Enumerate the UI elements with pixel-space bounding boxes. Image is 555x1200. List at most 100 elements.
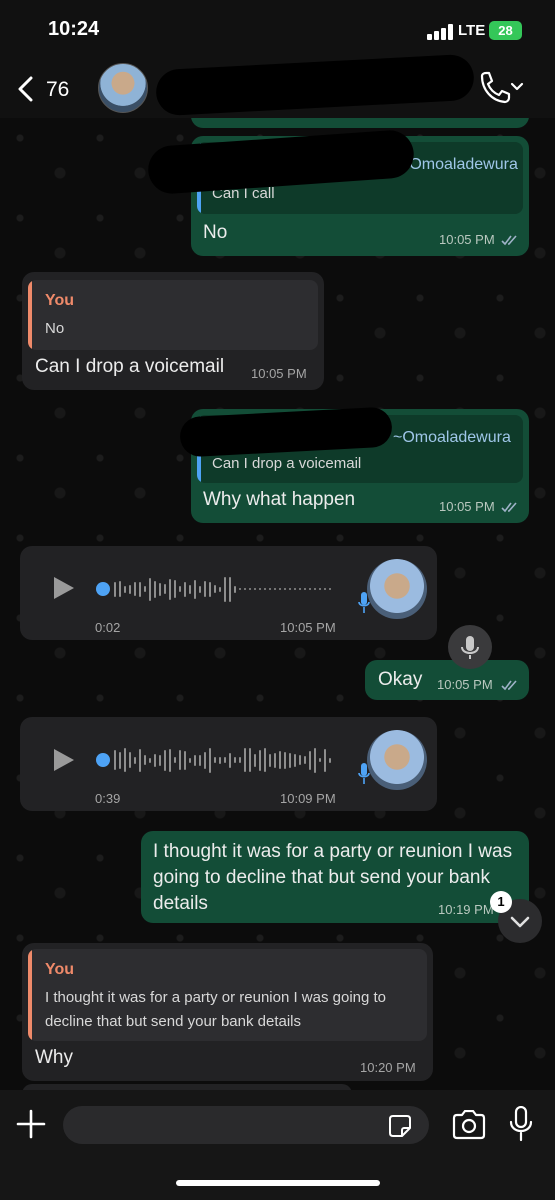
voice-duration: 0:39 <box>95 791 121 806</box>
waveform-bar <box>184 750 186 770</box>
chat-header: 76 <box>0 53 555 118</box>
status-bar: 10:24 LTE 28 <box>0 0 555 60</box>
waveform-bar <box>179 750 181 770</box>
status-time: 10:24 <box>48 18 100 40</box>
home-indicator <box>176 1180 380 1186</box>
waveform-bar <box>124 585 126 593</box>
quoted-message[interactable]: You No <box>28 280 318 350</box>
waveform-bar <box>254 753 256 767</box>
message-text: Why what happen <box>203 489 356 510</box>
waveform-bar <box>134 756 136 764</box>
waveform-bar <box>244 588 246 590</box>
waveform-bar <box>274 588 276 590</box>
waveform-bar <box>289 752 291 768</box>
message-bubble-partial[interactable] <box>191 118 529 128</box>
waveform-bar <box>299 588 301 590</box>
waveform-bar <box>204 581 206 597</box>
quoted-message[interactable]: You I thought it was for a party or reun… <box>28 949 427 1041</box>
waveform-bar <box>209 581 211 597</box>
waveform-bar <box>144 755 146 765</box>
waveform-bar <box>304 588 306 590</box>
quote-text: Can I drop a voicemail <box>212 455 362 472</box>
waveform-bar <box>189 584 191 594</box>
plus-icon[interactable] <box>15 1108 47 1140</box>
quote-author: ~Omoaladewura <box>400 156 518 173</box>
back-button[interactable]: 76 <box>14 68 84 108</box>
voice-transcribe-button[interactable] <box>448 625 492 669</box>
message-bubble[interactable]: You No Can I drop a voicemail 10:05 PM <box>22 272 324 390</box>
quote-author: ~Omoaladewura <box>393 429 511 446</box>
play-icon[interactable] <box>54 749 74 771</box>
message-time: 10:05 PM <box>439 499 495 514</box>
play-icon[interactable] <box>54 577 74 599</box>
waveform-bar <box>314 588 316 590</box>
phone-icon <box>480 71 524 104</box>
call-button[interactable] <box>476 70 526 106</box>
message-bubble[interactable]: Okay 10:05 PM <box>365 660 529 700</box>
waveform-bar <box>264 748 266 772</box>
message-time: 10:09 PM <box>280 791 336 806</box>
waveform-bar <box>314 747 316 773</box>
unread-badge: 1 <box>490 891 512 913</box>
waveform-bar <box>189 757 191 763</box>
waveform-bar <box>234 585 236 593</box>
signal-icon <box>427 24 455 40</box>
waveform-bar <box>319 588 321 590</box>
waveform-bar <box>224 576 226 602</box>
waveform-bar <box>164 749 166 771</box>
quote-bar <box>28 949 32 1041</box>
playback-position-dot[interactable] <box>96 582 110 596</box>
message-bubble[interactable]: I thought it was for a party or reunion … <box>141 831 529 923</box>
voice-message[interactable]: 0:02 10:05 PM <box>20 546 437 640</box>
waveform-bar <box>259 588 261 590</box>
waveform-bar <box>154 580 156 598</box>
mic-icon <box>358 763 370 784</box>
waveform-bar <box>239 588 241 590</box>
sticker-icon[interactable] <box>388 1114 412 1138</box>
waveform-bar <box>164 584 166 594</box>
waveform-bar <box>289 588 291 590</box>
waveform[interactable] <box>114 745 336 775</box>
message-time: 10:19 PM <box>438 902 494 917</box>
waveform-bar <box>149 757 151 763</box>
waveform-bar <box>209 747 211 773</box>
read-ticks-icon <box>501 502 517 513</box>
waveform-bar <box>214 585 216 593</box>
waveform-bar <box>114 750 116 770</box>
back-unread-count: 76 <box>46 78 70 101</box>
waveform-bar <box>244 748 246 772</box>
message-text: Why <box>35 1047 73 1068</box>
waveform-bar <box>279 588 281 590</box>
waveform-bar <box>294 588 296 590</box>
waveform-bar <box>269 753 271 767</box>
waveform-bar <box>299 755 301 765</box>
waveform-bar <box>144 586 146 592</box>
waveform-bar <box>284 588 286 590</box>
waveform-bar <box>329 588 331 590</box>
waveform-bar <box>329 757 331 763</box>
waveform-bar <box>234 757 236 763</box>
message-time: 10:05 PM <box>439 232 495 247</box>
camera-icon[interactable] <box>451 1110 487 1140</box>
waveform-bar <box>159 754 161 766</box>
message-bubble[interactable]: You I thought it was for a party or reun… <box>22 943 433 1081</box>
waveform-bar <box>194 754 196 766</box>
voice-message[interactable]: 0:39 10:09 PM <box>20 717 437 811</box>
waveform[interactable] <box>114 574 336 604</box>
message-time: 10:20 PM <box>360 1060 416 1075</box>
quote-bar <box>28 280 32 350</box>
waveform-bar <box>279 751 281 769</box>
chevron-left-icon <box>18 76 33 102</box>
contact-avatar[interactable] <box>98 63 148 113</box>
waveform-bar <box>309 750 311 770</box>
waveform-bar <box>274 752 276 768</box>
waveform-bar <box>324 588 326 590</box>
waveform-bar <box>169 578 171 600</box>
waveform-bar <box>254 588 256 590</box>
message-input[interactable] <box>63 1106 429 1144</box>
waveform-bar <box>204 751 206 769</box>
chat-area[interactable]: ~Omoaladewura Can I call No 10:05 PM You… <box>0 118 555 1090</box>
mic-icon[interactable] <box>508 1106 534 1142</box>
message-time: 10:05 PM <box>437 677 493 692</box>
playback-position-dot[interactable] <box>96 753 110 767</box>
